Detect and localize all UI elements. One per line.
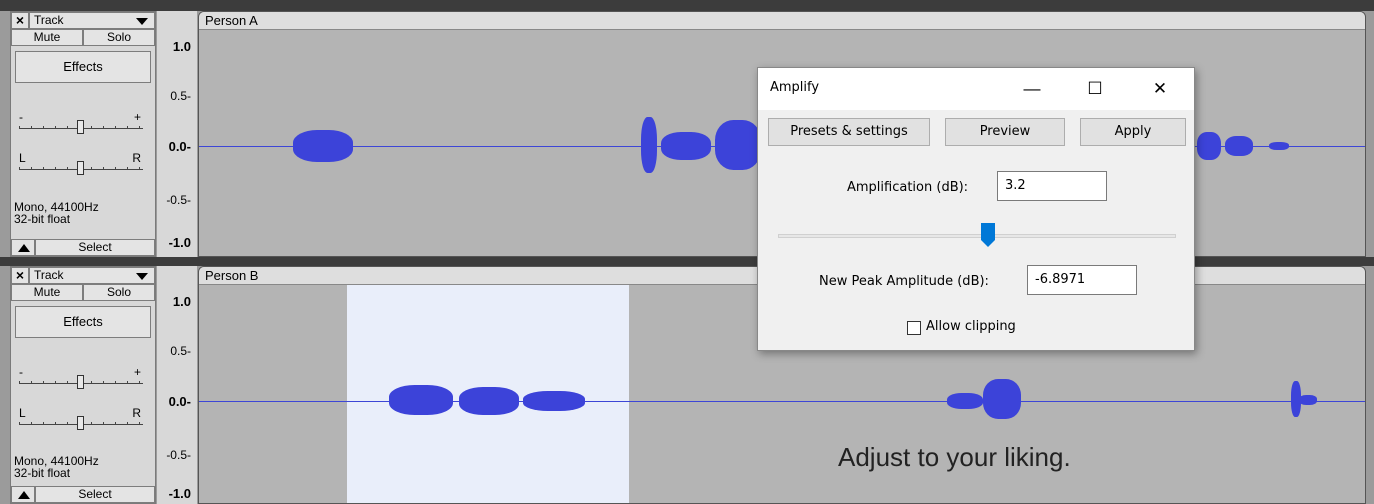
pan-left-label: L xyxy=(19,406,26,420)
pan-right-label: R xyxy=(132,406,141,420)
track-format-depth: 32-bit float xyxy=(14,212,71,226)
waveform-segment xyxy=(1269,142,1289,150)
track-name-label: Track xyxy=(34,13,64,27)
gain-plus-label: + xyxy=(133,365,141,379)
preview-button[interactable]: Preview xyxy=(945,118,1065,146)
gain-minus-label: - xyxy=(19,365,23,379)
ruler-tick: -0.5- xyxy=(166,448,191,462)
pan-left-label: L xyxy=(19,151,26,165)
select-track-button[interactable]: Select xyxy=(35,486,155,503)
track-close-button[interactable]: × xyxy=(11,267,29,284)
dropdown-triangle-icon xyxy=(136,18,148,25)
peak-amplitude-label: New Peak Amplitude (dB): xyxy=(819,274,989,289)
track-format-depth: 32-bit float xyxy=(14,466,71,480)
amplification-label: Amplification (dB): xyxy=(847,180,969,195)
solo-button[interactable]: Solo xyxy=(83,29,155,46)
collapse-track-button[interactable] xyxy=(11,239,35,256)
amplification-slider-thumb[interactable] xyxy=(980,222,996,248)
amplitude-ruler: 1.0 ← 0.5- 0.0- -0.5- -1.0 ← xyxy=(157,11,209,257)
waveform-segment xyxy=(1197,132,1221,160)
pan-right-label: R xyxy=(132,151,141,165)
ruler-tick: 0.0- xyxy=(168,394,191,409)
zero-line xyxy=(199,401,1365,402)
waveform-segment xyxy=(641,117,657,173)
allow-clipping-label[interactable]: Allow clipping xyxy=(926,319,1016,334)
waveform-segment xyxy=(293,130,353,162)
track-name-menu[interactable]: Track xyxy=(29,267,155,284)
maximize-icon[interactable]: ☐ xyxy=(1075,74,1115,104)
track-control-panel: × Track Mute Solo Effects - + L R Mono, … xyxy=(10,11,156,257)
gain-slider-knob[interactable] xyxy=(77,120,84,134)
waveform-segment xyxy=(389,385,453,415)
allow-clipping-checkbox[interactable] xyxy=(907,321,921,335)
gain-slider-knob[interactable] xyxy=(77,375,84,389)
pan-slider[interactable]: L R xyxy=(19,406,143,432)
pan-slider[interactable]: L R xyxy=(19,151,143,177)
collapse-triangle-icon xyxy=(18,244,30,252)
ruler-tick: 0.0- xyxy=(168,139,191,154)
pan-slider-knob[interactable] xyxy=(77,416,84,430)
presets-settings-button[interactable]: Presets & settings xyxy=(768,118,930,146)
peak-amplitude-input[interactable]: -6.8971 xyxy=(1027,265,1137,295)
amplify-dialog: Amplify — ☐ ✕ Presets & settings Preview… xyxy=(757,67,1195,351)
apply-button[interactable]: Apply xyxy=(1080,118,1186,146)
gain-slider[interactable]: - + xyxy=(19,110,143,136)
waveform-segment xyxy=(947,393,983,409)
waveform-segment xyxy=(1299,395,1317,405)
waveform-segment xyxy=(715,120,761,170)
ruler-tick: -1.0 xyxy=(168,486,191,501)
ruler-tick: 0.5- xyxy=(170,89,191,103)
effects-button[interactable]: Effects xyxy=(15,51,151,83)
amplification-input[interactable]: 3.2 xyxy=(997,171,1107,201)
track-control-panel: × Track Mute Solo Effects - + L R Mono, … xyxy=(10,266,156,504)
ruler-tick: 1.0 xyxy=(172,39,191,54)
pan-slider-knob[interactable] xyxy=(77,161,84,175)
track-name-label: Track xyxy=(34,268,64,282)
mute-button[interactable]: Mute xyxy=(11,29,83,46)
gain-slider[interactable]: - + xyxy=(19,365,143,391)
track-name-menu[interactable]: Track xyxy=(29,12,155,29)
select-track-button[interactable]: Select xyxy=(35,239,155,256)
collapse-triangle-icon xyxy=(18,491,30,499)
waveform-segment xyxy=(1225,136,1253,156)
caption-text: Adjust to your liking. xyxy=(838,442,1071,472)
dialog-title: Amplify xyxy=(770,80,820,95)
ruler-tick: -0.5- xyxy=(166,193,191,207)
waveform-segment xyxy=(661,132,711,160)
gain-plus-label: + xyxy=(133,110,141,124)
dropdown-triangle-icon xyxy=(136,273,148,280)
effects-button[interactable]: Effects xyxy=(15,306,151,338)
mute-button[interactable]: Mute xyxy=(11,284,83,301)
top-border xyxy=(0,0,1374,11)
track-close-button[interactable]: × xyxy=(11,12,29,29)
minimize-icon[interactable]: — xyxy=(1012,74,1052,104)
collapse-track-button[interactable] xyxy=(11,486,35,503)
clip-title[interactable]: Person A xyxy=(199,12,1365,30)
dialog-titlebar[interactable]: Amplify — ☐ ✕ xyxy=(758,68,1194,110)
ruler-tick: 0.5- xyxy=(170,344,191,358)
waveform-segment xyxy=(983,379,1021,419)
waveform-segment xyxy=(523,391,585,411)
waveform-segment xyxy=(459,387,519,415)
solo-button[interactable]: Solo xyxy=(83,284,155,301)
ruler-tick: -1.0 xyxy=(168,235,191,250)
amplification-slider-track[interactable] xyxy=(778,234,1176,238)
amplitude-ruler: 1.0 ← 0.5- 0.0- -0.5- -1.0 ← xyxy=(157,266,209,504)
ruler-tick: 1.0 xyxy=(172,294,191,309)
close-icon[interactable]: ✕ xyxy=(1140,74,1180,104)
gain-minus-label: - xyxy=(19,110,23,124)
